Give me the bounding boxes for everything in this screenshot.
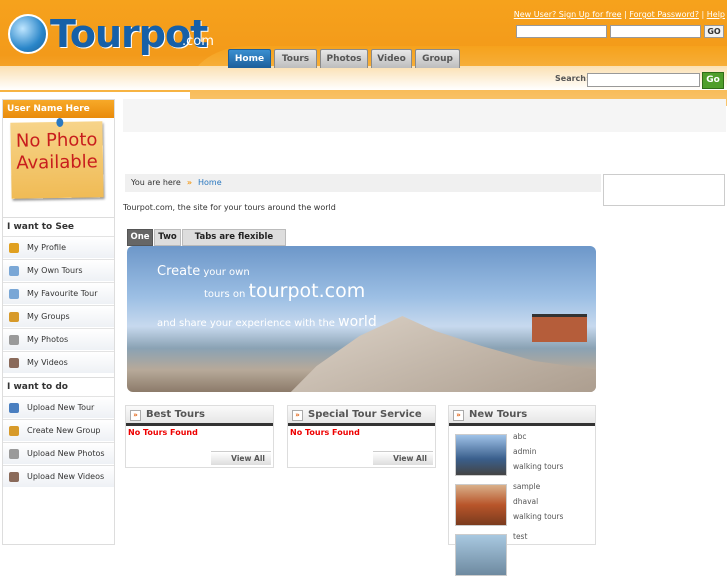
toggle-icon[interactable]: » (130, 410, 141, 421)
sidebar-item-label: My Favourite Tour (27, 289, 98, 298)
sidebar-item-label: My Videos (27, 358, 68, 367)
photo-icon (9, 449, 19, 459)
tour-name[interactable]: sample (513, 482, 540, 491)
video-icon (9, 358, 19, 368)
sidebar-item-my-groups[interactable]: My Groups (3, 305, 114, 327)
upload-tour-icon (9, 403, 19, 413)
list-item[interactable]: sample dhaval walking tours (453, 480, 593, 528)
sidebar-item-create-new-group[interactable]: Create New Group (3, 419, 114, 441)
tour-user: admin (513, 447, 537, 456)
sidebar-item-label: Create New Group (27, 426, 101, 435)
panel-header: » New Tours (449, 406, 595, 426)
section-i-want-to-do: I want to do (3, 377, 114, 395)
tour-category: walking tours (513, 512, 564, 521)
banner-line2: tours on tourpot.com (204, 280, 366, 302)
password-field[interactable] (610, 25, 701, 38)
sidebar-item-label: Upload New Tour (27, 403, 95, 412)
signup-link[interactable]: New User? Sign Up for free (514, 10, 622, 19)
content-tab-one[interactable]: One (127, 229, 153, 246)
banner-line3: and share your experience with the world (157, 314, 377, 330)
tab-photos[interactable]: Photos (320, 49, 368, 68)
breadcrumb: You are here » Home (125, 174, 601, 192)
group-icon (9, 312, 19, 322)
search-input[interactable] (587, 73, 700, 87)
document-icon (9, 289, 19, 299)
hut-image (532, 314, 587, 342)
profile-photo-placeholder: No Photo Available (10, 117, 104, 199)
help-link[interactable]: Help (707, 10, 725, 19)
tab-home[interactable]: Home (228, 49, 271, 68)
login-go-button[interactable]: GO (704, 25, 724, 38)
search-label: Search: (555, 74, 590, 83)
list-item[interactable]: test (453, 530, 593, 578)
top-links: New User? Sign Up for free | Forgot Pass… (513, 10, 725, 19)
no-tours-message: No Tours Found (290, 428, 360, 437)
tour-thumbnail[interactable] (455, 434, 507, 476)
tour-category: walking tours (513, 462, 564, 471)
document-icon (9, 266, 19, 276)
no-photo-line2: Available (16, 151, 98, 174)
site-logo[interactable]: Tourpot .com (6, 12, 216, 60)
tour-thumbnail[interactable] (455, 534, 507, 576)
header: Tourpot .com New User? Sign Up for free … (0, 0, 727, 106)
banner-line1: Create your own (157, 264, 250, 279)
you-are-here-label: You are here (131, 178, 181, 187)
sidebar: User Name Here No Photo Available I want… (2, 99, 115, 545)
new-tours-panel: » New Tours abc admin walking tours sampl… (448, 405, 596, 576)
group-icon (9, 426, 19, 436)
no-photo-line1: No Photo (15, 129, 98, 152)
breadcrumb-arrow-icon: » (186, 178, 193, 187)
username-heading: User Name Here (3, 100, 114, 118)
sidebar-item-upload-new-tour[interactable]: Upload New Tour (3, 396, 114, 418)
sidebar-item-my-videos[interactable]: My Videos (3, 351, 114, 373)
panel-header: » Special Tour Service (288, 406, 435, 426)
panel-header: » Best Tours (126, 406, 273, 426)
sidebar-item-upload-new-videos[interactable]: Upload New Videos (3, 465, 114, 487)
tour-thumbnail[interactable] (455, 484, 507, 526)
content-tab-flexible[interactable]: Tabs are flexible again (182, 229, 286, 257)
sidebar-item-my-favourite-tour[interactable]: My Favourite Tour (3, 282, 114, 304)
breadcrumb-home-link[interactable]: Home (198, 178, 222, 187)
toggle-icon[interactable]: » (453, 410, 464, 421)
globe-icon (8, 14, 48, 54)
right-box (603, 174, 725, 206)
best-tours-panel: » Best Tours No Tours Found View All (125, 405, 274, 468)
sidebar-item-label: My Groups (27, 312, 70, 321)
section-i-want-to-see: I want to See (3, 217, 114, 235)
sidebar-item-label: Upload New Photos (27, 449, 105, 458)
sidebar-item-my-profile[interactable]: My Profile (3, 236, 114, 258)
no-tours-message: No Tours Found (128, 428, 198, 437)
sidebar-item-label: My Profile (27, 243, 67, 252)
tab-tours[interactable]: Tours (274, 49, 317, 68)
sidebar-item-label: My Photos (27, 335, 69, 344)
sidebar-item-my-photos[interactable]: My Photos (3, 328, 114, 350)
sidebar-item-my-own-tours[interactable]: My Own Tours (3, 259, 114, 281)
pin-icon (56, 117, 64, 128)
intro-text: Tourpot.com, the site for your tours aro… (123, 203, 336, 212)
list-item[interactable]: abc admin walking tours (453, 430, 593, 478)
promo-banner[interactable]: Create your own tours on tourpot.com and… (127, 246, 596, 392)
tour-name[interactable]: abc (513, 432, 526, 441)
tab-group[interactable]: Group (415, 49, 460, 68)
top-banner-area (123, 99, 726, 132)
special-tour-service-panel: » Special Tour Service No Tours Found Vie… (287, 405, 436, 468)
username-field[interactable] (516, 25, 607, 38)
tour-user: dhaval (513, 497, 539, 506)
content-tab-two[interactable]: Two (154, 229, 181, 246)
photo-icon (9, 335, 19, 345)
view-all-button[interactable]: View All (211, 451, 271, 465)
forgot-password-link[interactable]: Forgot Password? (629, 10, 699, 19)
tab-video[interactable]: Video (371, 49, 412, 68)
logo-suffix: .com (182, 34, 214, 49)
search-go-button[interactable]: Go (702, 72, 724, 89)
view-all-button[interactable]: View All (373, 451, 433, 465)
sidebar-item-label: Upload New Videos (27, 472, 105, 481)
tour-name[interactable]: test (513, 532, 527, 541)
profile-icon (9, 243, 19, 253)
sidebar-item-upload-new-photos[interactable]: Upload New Photos (3, 442, 114, 464)
sidebar-item-label: My Own Tours (27, 266, 83, 275)
video-icon (9, 472, 19, 482)
toggle-icon[interactable]: » (292, 410, 303, 421)
